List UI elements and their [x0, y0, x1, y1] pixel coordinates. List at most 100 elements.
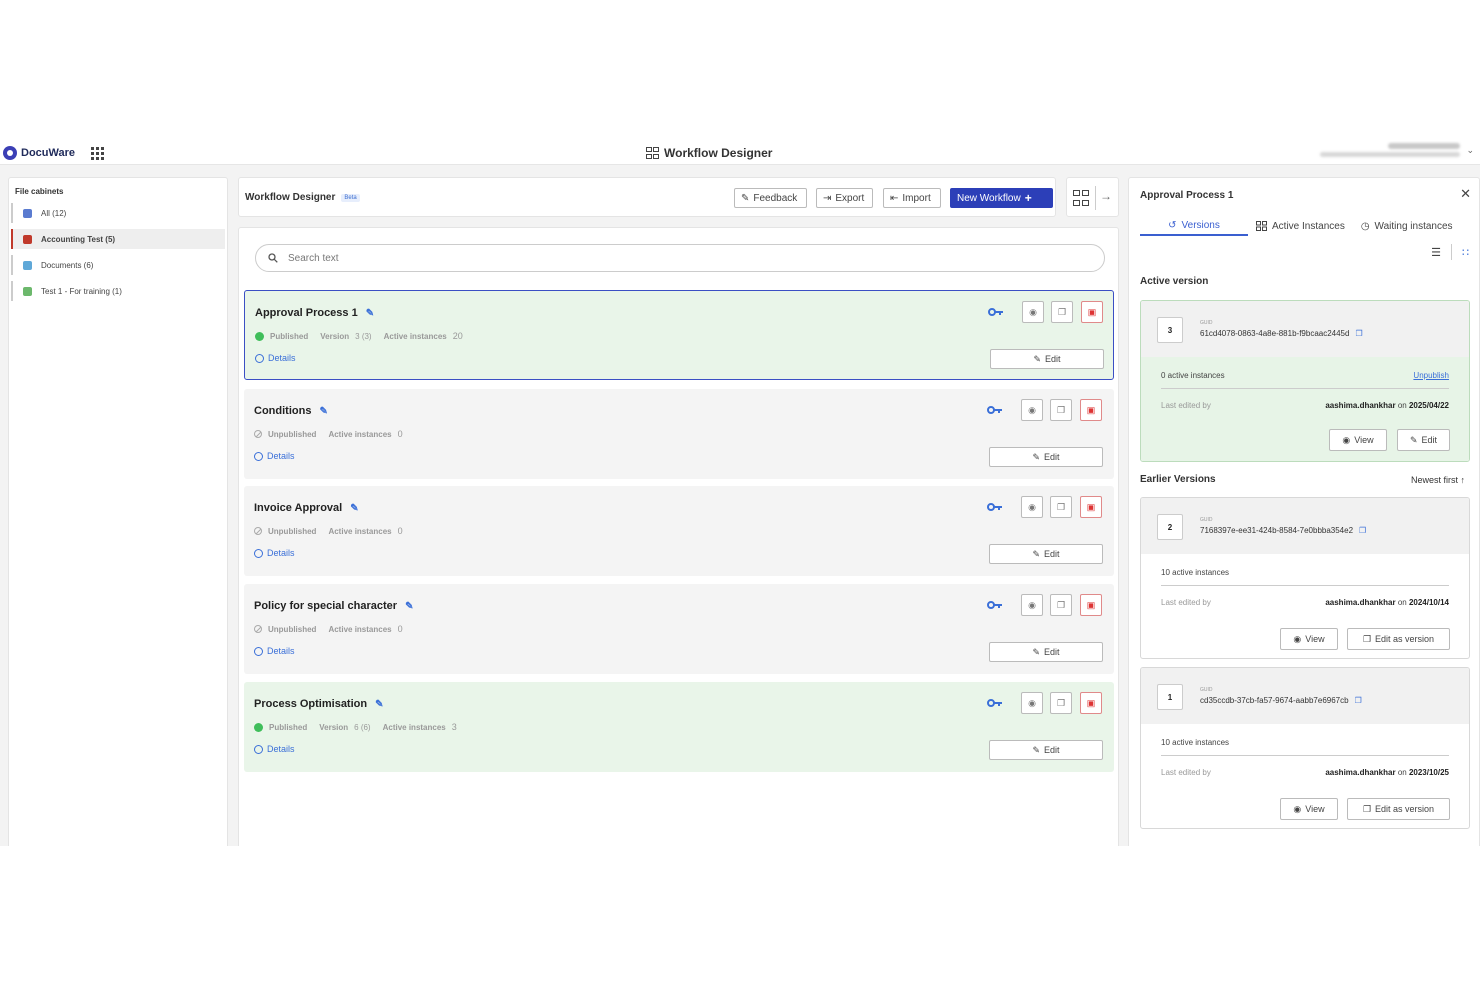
pencil-icon: ✎ [1032, 744, 1041, 755]
rename-pencil-icon[interactable]: ✎ [350, 503, 358, 514]
tab-active-instances[interactable]: Active Instances [1248, 216, 1353, 236]
delete-button[interactable]: ▣ [1080, 399, 1102, 421]
tab-waiting-instances[interactable]: ◷ Waiting instances [1353, 216, 1461, 236]
edit-as-version-button[interactable]: ❐ Edit as version [1347, 628, 1450, 650]
guid-text: 61cd4078-0863-4a8e-881b-f9bcaac2445d [1200, 329, 1350, 338]
workflow-card-approval-process-1[interactable]: Approval Process 1 ✎ Published Version 3… [244, 290, 1114, 380]
duplicate-button[interactable]: ❐ [1050, 692, 1072, 714]
delete-button[interactable]: ▣ [1080, 594, 1102, 616]
key-icon[interactable] [988, 307, 1004, 317]
key-icon[interactable] [987, 600, 1003, 610]
key-icon[interactable] [987, 698, 1003, 708]
versions-panel: Approval Process 1 ✕ ↺ Versions Active I… [1128, 177, 1480, 846]
details-link[interactable]: Details [255, 353, 296, 363]
details-link[interactable]: Details [254, 744, 295, 754]
workflow-card-invoice-approval[interactable]: Invoice Approval ✎ Unpublished Active in… [244, 486, 1114, 576]
rename-pencil-icon[interactable]: ✎ [366, 308, 374, 319]
edit-as-version-button[interactable]: ❐ Edit as version [1347, 798, 1450, 820]
edit-label: Edit [1044, 549, 1060, 559]
workflow-name-text: Invoice Approval [254, 502, 343, 514]
delete-button[interactable]: ▣ [1080, 692, 1102, 714]
edit-as-version-label: Edit as version [1375, 804, 1435, 814]
brand[interactable]: DocuWare [3, 146, 75, 160]
edit-button[interactable]: ✎ Edit [1397, 429, 1450, 451]
details-link[interactable]: Details [254, 451, 295, 461]
import-button[interactable]: ⇤ Import [883, 188, 941, 208]
workflow-header: Workflow Designer Beta ✎ Feedback ⇥ Expo… [238, 177, 1056, 217]
view-button[interactable]: ◉ View [1329, 429, 1387, 451]
workflow-card-process-optimisation[interactable]: Process Optimisation ✎ Published Version… [244, 682, 1114, 772]
version-card-header: 2 GUID 7168397e-ee31-424b-8584-7e0bbba35… [1141, 498, 1469, 554]
app-launcher-icon[interactable] [91, 147, 104, 160]
eye-icon: ◉ [1028, 697, 1036, 708]
workflow-card-policy-special-character[interactable]: Policy for special character ✎ Unpublish… [244, 584, 1114, 674]
details-link[interactable]: Details [254, 548, 295, 558]
duplicate-button[interactable]: ❐ [1050, 594, 1072, 616]
copy-icon[interactable]: ❐ [1359, 526, 1366, 535]
sidebar-item-accounting-test[interactable]: Accounting Test (5) [11, 229, 225, 249]
version-card-header: 3 GUID 61cd4078-0863-4a8e-881b-f9bcaac24… [1141, 301, 1469, 357]
sort-toggle[interactable]: Newest first ↑ [1411, 475, 1465, 485]
brand-name: DocuWare [21, 147, 75, 159]
list-view-icon[interactable]: ☰ [1431, 246, 1441, 259]
delete-button[interactable]: ▣ [1080, 496, 1102, 518]
edit-label: Edit [1044, 647, 1060, 657]
rename-pencil-icon[interactable]: ✎ [375, 699, 383, 710]
edit-button[interactable]: ✎ Edit [990, 349, 1104, 369]
copy-icon[interactable]: ❐ [1355, 329, 1362, 338]
close-icon[interactable]: ✕ [1460, 186, 1471, 202]
last-edited-label: Last edited by [1161, 401, 1211, 410]
workflow-meta: Published Version 3 (3) Active instances… [255, 331, 463, 341]
workflow-card-conditions[interactable]: Conditions ✎ Unpublished Active instance… [244, 389, 1114, 479]
info-icon [254, 744, 263, 754]
chevron-down-icon[interactable]: ⌄ [1466, 145, 1474, 156]
arrow-right-icon[interactable]: → [1100, 189, 1112, 203]
edit-button[interactable]: ✎ Edit [989, 642, 1103, 662]
tab-versions[interactable]: ↺ Versions [1140, 216, 1248, 236]
key-icon[interactable] [987, 405, 1003, 415]
duplicate-button[interactable]: ❐ [1050, 496, 1072, 518]
preview-button[interactable]: ◉ [1021, 692, 1043, 714]
preview-button[interactable]: ◉ [1021, 399, 1043, 421]
docuware-logo-icon [3, 146, 17, 160]
feedback-button[interactable]: ✎ Feedback [734, 188, 807, 208]
unpublish-link[interactable]: Unpublish [1413, 371, 1449, 380]
preview-button[interactable]: ◉ [1021, 496, 1043, 518]
eye-icon: ◉ [1029, 306, 1037, 317]
import-icon: ⇤ [890, 192, 899, 204]
search-input[interactable]: Search text [255, 244, 1105, 272]
duplicate-button[interactable]: ❐ [1050, 399, 1072, 421]
instances-value: 0 [397, 526, 403, 536]
version-card-1: 1 GUID cd35ccdb-37cb-fa57-9674-aabb7e696… [1140, 667, 1470, 829]
export-button[interactable]: ⇥ Export [816, 188, 873, 208]
published-check-icon [255, 331, 264, 341]
rename-pencil-icon[interactable]: ✎ [319, 406, 327, 417]
active-instances-count: 0 active instances [1161, 371, 1225, 380]
rename-pencil-icon[interactable]: ✎ [405, 601, 413, 612]
new-workflow-button[interactable]: New Workflow + [950, 188, 1053, 208]
copy-icon[interactable]: ❐ [1355, 696, 1362, 705]
history-icon: ↺ [1168, 219, 1177, 231]
grid-view-icon[interactable]: ∷ [1462, 246, 1469, 259]
view-button[interactable]: ◉ View [1280, 628, 1338, 650]
info-icon [254, 646, 263, 656]
key-icon[interactable] [987, 502, 1003, 512]
edit-button[interactable]: ✎ Edit [989, 740, 1103, 760]
database-icon [23, 286, 32, 296]
guid-label: GUID [1200, 687, 1213, 693]
details-link[interactable]: Details [254, 646, 295, 656]
delete-button[interactable]: ▣ [1081, 301, 1103, 323]
edit-label: Edit [1044, 452, 1060, 462]
preview-button[interactable]: ◉ [1022, 301, 1044, 323]
edit-button[interactable]: ✎ Edit [989, 544, 1103, 564]
eye-icon: ◉ [1293, 633, 1302, 644]
sidebar-item-all[interactable]: All (12) [11, 203, 225, 223]
workflow-icon[interactable] [1073, 190, 1089, 206]
sidebar-item-test-1[interactable]: Test 1 - For training (1) [11, 281, 225, 301]
sidebar-item-documents[interactable]: Documents (6) [11, 255, 225, 275]
user-menu[interactable]: ⌄ [1320, 143, 1474, 157]
edit-button[interactable]: ✎ Edit [989, 447, 1103, 467]
view-button[interactable]: ◉ View [1280, 798, 1338, 820]
preview-button[interactable]: ◉ [1021, 594, 1043, 616]
duplicate-button[interactable]: ❐ [1051, 301, 1073, 323]
